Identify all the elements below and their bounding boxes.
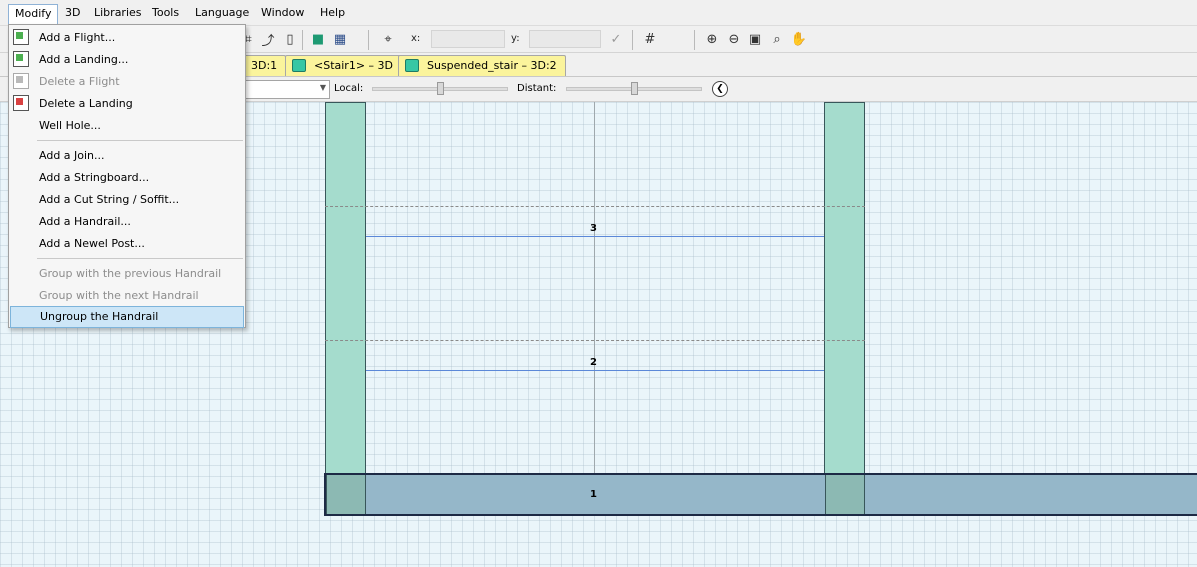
step-line[interactable] [366, 236, 824, 237]
menu-item-add-flight[interactable]: Add a Flight... [10, 27, 244, 49]
distant-slider-thumb[interactable] [631, 82, 638, 95]
distant-slider[interactable] [566, 82, 702, 95]
menu-bar: Modify 3D Libraries Tools Language Windo… [0, 0, 1197, 26]
menu-modify[interactable]: Modify [8, 4, 59, 24]
menu-item-group-previous-handrail: Group with the previous Handrail [10, 263, 244, 285]
toolbar-separator [694, 30, 695, 50]
landing-icon [13, 51, 29, 67]
right-stringer-end [825, 475, 865, 514]
render-icon[interactable]: ▦ [330, 29, 350, 49]
y-coordinate-label: y: [511, 33, 520, 44]
menu-item-add-handrail[interactable]: Add a Handrail... [10, 211, 244, 233]
chevron-down-icon: ▼ [319, 83, 326, 92]
menu-item-label: Add a Flight... [39, 31, 116, 44]
tab-stair1-3d[interactable]: <Stair1> – 3D [285, 55, 403, 76]
step-number-2: 2 [590, 357, 597, 368]
collapse-left-icon[interactable]: ❮ [712, 81, 728, 97]
menu-item-label: Well Hole... [39, 119, 101, 132]
local-slider-thumb[interactable] [437, 82, 444, 95]
tab-label: Suspended_stair – 3D:2 [427, 59, 557, 72]
3d-view-icon [292, 59, 306, 72]
menu-item-delete-landing[interactable]: Delete a Landing [10, 93, 244, 115]
menu-item-label: Group with the previous Handrail [39, 267, 222, 280]
menu-item-delete-flight: Delete a Flight [10, 71, 244, 93]
zoom-in-icon[interactable]: ⊕ [702, 29, 722, 49]
left-stringer[interactable] [325, 102, 366, 515]
menu-item-add-newel-post[interactable]: Add a Newel Post... [10, 233, 244, 255]
menu-item-label: Group with the next Handrail [39, 289, 199, 302]
tab-label: <Stair1> – 3D [314, 59, 394, 72]
flight-icon [13, 29, 29, 45]
menu-window[interactable]: Window [255, 4, 310, 24]
bottom-step-band[interactable] [324, 473, 1197, 516]
menu-item-group-next-handrail: Group with the next Handrail [10, 285, 244, 307]
y-coordinate-field[interactable] [529, 30, 601, 48]
step-nosing-line [325, 206, 865, 207]
tab-label: 3D:1 [251, 59, 278, 72]
zoom-window-icon[interactable]: ⌕ [767, 29, 787, 49]
modify-dropdown-menu: Add a Flight... Add a Landing... Delete … [8, 24, 246, 328]
left-stringer-end [326, 475, 366, 514]
toolbar-separator [302, 30, 303, 50]
menu-separator [37, 258, 243, 259]
x-coordinate-label: x: [411, 33, 421, 44]
toolbar-separator [632, 30, 633, 50]
delete-flight-icon [13, 73, 29, 89]
menu-libraries[interactable]: Libraries [88, 4, 148, 24]
menu-3d[interactable]: 3D [59, 4, 86, 24]
menu-item-label: Ungroup the Handrail [40, 310, 159, 323]
menu-item-label: Add a Cut String / Soffit... [39, 193, 180, 206]
center-line [594, 102, 595, 515]
pan-hand-icon[interactable]: ✋ [789, 29, 809, 49]
menu-item-add-join[interactable]: Add a Join... [10, 145, 244, 167]
menu-item-well-hole[interactable]: Well Hole... [10, 115, 244, 137]
toolbar-separator [368, 30, 369, 50]
menu-item-add-landing[interactable]: Add a Landing... [10, 49, 244, 71]
menu-separator [37, 140, 243, 141]
snap-icon[interactable]: ⌖ [378, 29, 398, 49]
3d-view-icon [405, 59, 419, 72]
menu-item-label: Delete a Landing [39, 97, 133, 110]
tab-suspended-stair-3d-2[interactable]: Suspended_stair – 3D:2 [398, 55, 566, 76]
step-nosing-line [325, 340, 865, 341]
zoom-extents-icon[interactable]: ▣ [745, 29, 765, 49]
menu-help[interactable]: Help [314, 4, 351, 24]
menu-item-label: Add a Landing... [39, 53, 129, 66]
step-number-1: 1 [590, 489, 597, 500]
menu-item-label: Add a Join... [39, 149, 105, 162]
menu-item-label: Add a Newel Post... [39, 237, 145, 250]
ramp-tool-icon[interactable]: ⤴ [258, 29, 278, 49]
menu-tools[interactable]: Tools [146, 4, 185, 24]
menu-item-label: Add a Handrail... [39, 215, 131, 228]
x-coordinate-field[interactable] [431, 30, 505, 48]
menu-item-label: Add a Stringboard... [39, 171, 150, 184]
step-number-3: 3 [590, 223, 597, 234]
rail-tool-icon[interactable]: ▯ [280, 29, 300, 49]
distant-label: Distant: [517, 83, 557, 94]
right-stringer[interactable] [824, 102, 865, 515]
local-label: Local: [334, 83, 364, 94]
step-line[interactable] [366, 370, 824, 371]
menu-item-ungroup-handrail[interactable]: Ungroup the Handrail [10, 306, 244, 328]
menu-item-add-stringboard[interactable]: Add a Stringboard... [10, 167, 244, 189]
menu-item-label: Delete a Flight [39, 75, 120, 88]
zoom-out-icon[interactable]: ⊖ [724, 29, 744, 49]
grid-icon[interactable]: # [640, 29, 660, 49]
3d-view-icon[interactable]: ■ [308, 29, 328, 49]
local-slider[interactable] [372, 82, 508, 95]
menu-language[interactable]: Language [189, 4, 255, 24]
menu-item-add-cut-string[interactable]: Add a Cut String / Soffit... [10, 189, 244, 211]
delete-landing-icon [13, 95, 29, 111]
confirm-icon[interactable]: ✓ [606, 29, 626, 49]
